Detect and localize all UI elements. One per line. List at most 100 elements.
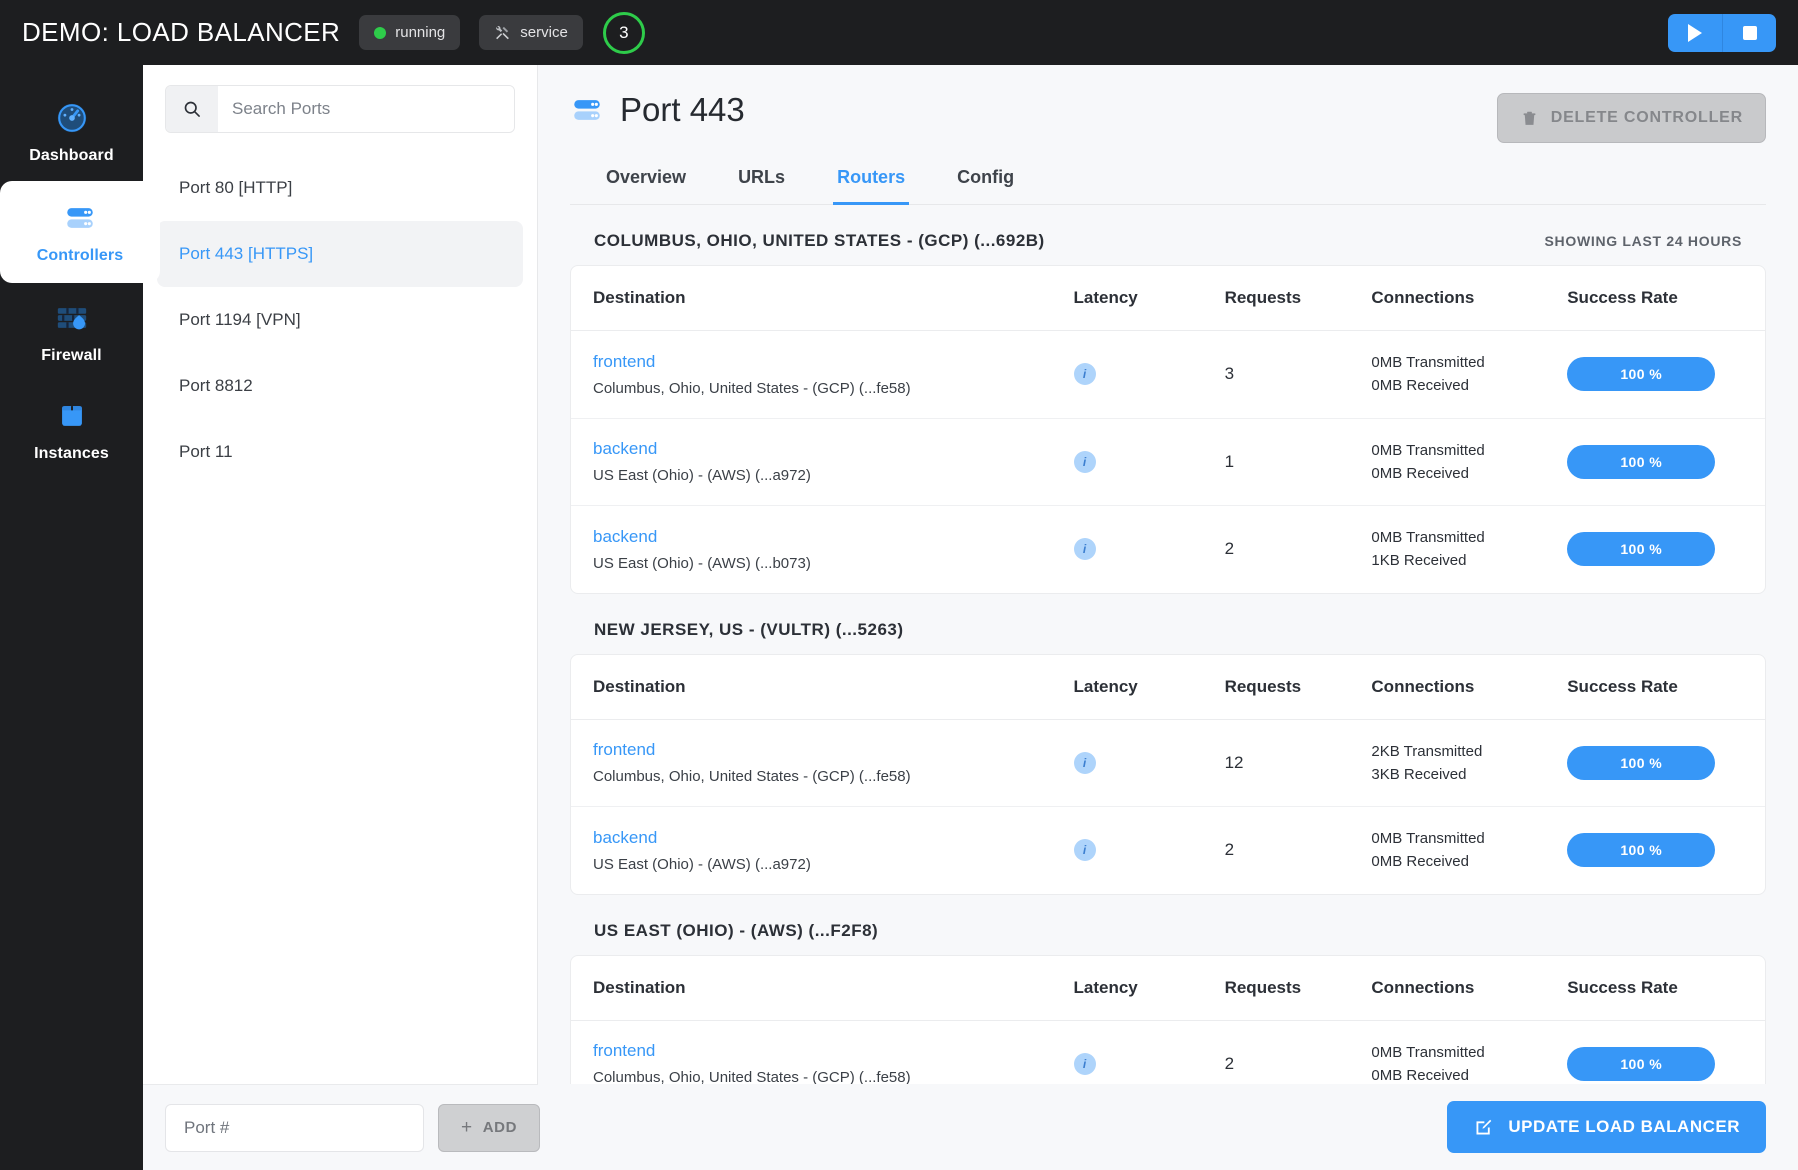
destination-location: Columbus, Ohio, United States - (GCP) (.… [593, 768, 911, 786]
count-badge: 3 [602, 11, 645, 54]
port-list-item[interactable]: Port 80 [HTTP] [157, 155, 523, 221]
table-row: frontend Columbus, Ohio, United States -… [571, 719, 1765, 807]
destination-link[interactable]: backend [593, 527, 1074, 547]
server-icon [574, 100, 600, 120]
info-icon[interactable]: i [1073, 538, 1096, 561]
routers-table: Destination Latency Requests Connections… [570, 265, 1766, 594]
main-header: Port 443 DELETE CONTROLLER Overview URLs… [538, 65, 1798, 205]
port-list-item-selected[interactable]: Port 443 [HTTPS] [157, 221, 523, 287]
add-port-button[interactable]: + ADD [438, 1103, 541, 1152]
sidebar: Dashboard Controllers Firewall Instances [0, 65, 160, 1170]
port-list: Port 80 [HTTP] Port 443 [HTTPS] Port 119… [143, 155, 537, 485]
column-requests: Requests [1224, 955, 1372, 1021]
play-icon [1688, 23, 1702, 42]
requests-value: 12 [1224, 752, 1244, 772]
cell-success-rate: 100 % [1567, 719, 1765, 807]
column-success-rate: Success Rate [1567, 266, 1765, 331]
destination-link[interactable]: frontend [593, 1041, 1074, 1061]
status-badge-label: running [395, 24, 446, 41]
info-icon[interactable]: i [1073, 1052, 1096, 1075]
column-connections: Connections [1371, 654, 1568, 720]
tab-config[interactable]: Config [953, 155, 1018, 205]
cell-success-rate: 100 % [1567, 330, 1765, 419]
cell-requests: 2 [1225, 506, 1372, 593]
success-rate-badge: 100 % [1567, 745, 1716, 780]
page-title: Port 443 [620, 91, 745, 128]
update-load-balancer-label: UPDATE LOAD BALANCER [1508, 1117, 1740, 1136]
cell-latency: i [1073, 719, 1225, 807]
update-load-balancer-button[interactable]: UPDATE LOAD BALANCER [1447, 1101, 1766, 1153]
ports-footer: + ADD [143, 1084, 541, 1170]
stop-icon [1742, 25, 1757, 40]
cell-requests: 12 [1224, 719, 1372, 807]
success-rate-badge: 100 % [1567, 357, 1716, 392]
transmitted-value: 0MB Transmitted [1371, 529, 1485, 546]
destination-link[interactable]: frontend [593, 352, 1074, 372]
status-badge: running [359, 15, 461, 50]
info-icon[interactable]: i [1073, 751, 1096, 774]
port-list-item[interactable]: Port 11 [157, 419, 523, 485]
time-range-note: SHOWING LAST 24 HOURS [1544, 233, 1742, 249]
sidebar-item-label: Dashboard [29, 147, 114, 164]
column-success-rate: Success Rate [1567, 955, 1765, 1021]
cell-requests: 1 [1224, 418, 1372, 506]
info-icon[interactable]: i [1073, 363, 1096, 386]
table-header-row: Destination Latency Requests Connections… [571, 266, 1765, 331]
service-badge: service [479, 15, 583, 50]
cell-destination: frontend Columbus, Ohio, United States -… [571, 719, 1074, 807]
destination-link[interactable]: frontend [593, 740, 1074, 760]
transmitted-value: 0MB Transmitted [1371, 354, 1485, 371]
routers-scroll-area[interactable]: COLUMBUS, OHIO, UNITED STATES - (GCP) (.… [538, 205, 1798, 1170]
search-icon [184, 101, 200, 117]
destination-link[interactable]: backend [593, 439, 1074, 459]
port-list-item[interactable]: Port 8812 [157, 353, 523, 419]
search-input[interactable] [218, 86, 514, 132]
tab-urls[interactable]: URLs [734, 155, 789, 205]
success-rate-badge: 100 % [1567, 532, 1716, 567]
cell-latency: i [1073, 807, 1225, 894]
region-block: COLUMBUS, OHIO, UNITED STATES - (GCP) (.… [538, 205, 1798, 594]
search-icon-box [166, 86, 218, 132]
cell-success-rate: 100 % [1567, 418, 1765, 506]
region-header: US EAST (OHIO) - (AWS) (...F2F8) [570, 895, 1766, 955]
sidebar-item-instances[interactable]: Instances [0, 381, 143, 479]
sidebar-item-label: Instances [34, 445, 109, 462]
play-button[interactable] [1668, 13, 1722, 52]
firewall-icon [57, 308, 86, 330]
sidebar-item-dashboard[interactable]: Dashboard [0, 83, 143, 181]
success-rate-badge: 100 % [1567, 444, 1716, 479]
destination-location: Columbus, Ohio, United States - (GCP) (.… [593, 379, 911, 397]
column-destination: Destination [571, 955, 1074, 1021]
region-header: NEW JERSEY, US - (VULTR) (...5263) [570, 594, 1766, 654]
gauge-icon [57, 103, 86, 133]
region-header: COLUMBUS, OHIO, UNITED STATES - (GCP) (.… [570, 205, 1766, 265]
column-destination: Destination [571, 266, 1074, 331]
tools-icon [496, 25, 510, 40]
tab-overview[interactable]: Overview [602, 155, 690, 205]
server-icon [67, 208, 93, 228]
stop-button[interactable] [1722, 13, 1776, 52]
table-row: frontend Columbus, Ohio, United States -… [571, 330, 1765, 419]
column-requests: Requests [1224, 654, 1372, 720]
port-number-input[interactable] [165, 1103, 424, 1152]
delete-controller-label: DELETE CONTROLLER [1550, 109, 1743, 126]
info-icon[interactable]: i [1073, 450, 1096, 473]
received-value: 1KB Received [1371, 552, 1467, 570]
delete-controller-button[interactable]: DELETE CONTROLLER [1496, 93, 1766, 143]
cell-latency: i [1073, 506, 1225, 593]
cell-destination: backend US East (Ohio) - (AWS) (...b073) [571, 506, 1074, 593]
column-connections: Connections [1371, 266, 1568, 331]
port-list-item[interactable]: Port 1194 [VPN] [157, 287, 523, 353]
cell-latency: i [1073, 330, 1225, 419]
sidebar-item-controllers[interactable]: Controllers [0, 181, 160, 283]
sidebar-item-firewall[interactable]: Firewall [0, 283, 143, 381]
destination-link[interactable]: backend [593, 828, 1074, 848]
tab-routers[interactable]: Routers [833, 155, 910, 205]
info-icon[interactable]: i [1073, 839, 1096, 862]
requests-value: 2 [1224, 539, 1235, 559]
column-requests: Requests [1224, 266, 1372, 331]
trash-icon [1523, 111, 1536, 125]
requests-value: 1 [1224, 451, 1235, 471]
requests-value: 2 [1224, 840, 1235, 860]
table-header-row: Destination Latency Requests Connections… [571, 654, 1765, 720]
